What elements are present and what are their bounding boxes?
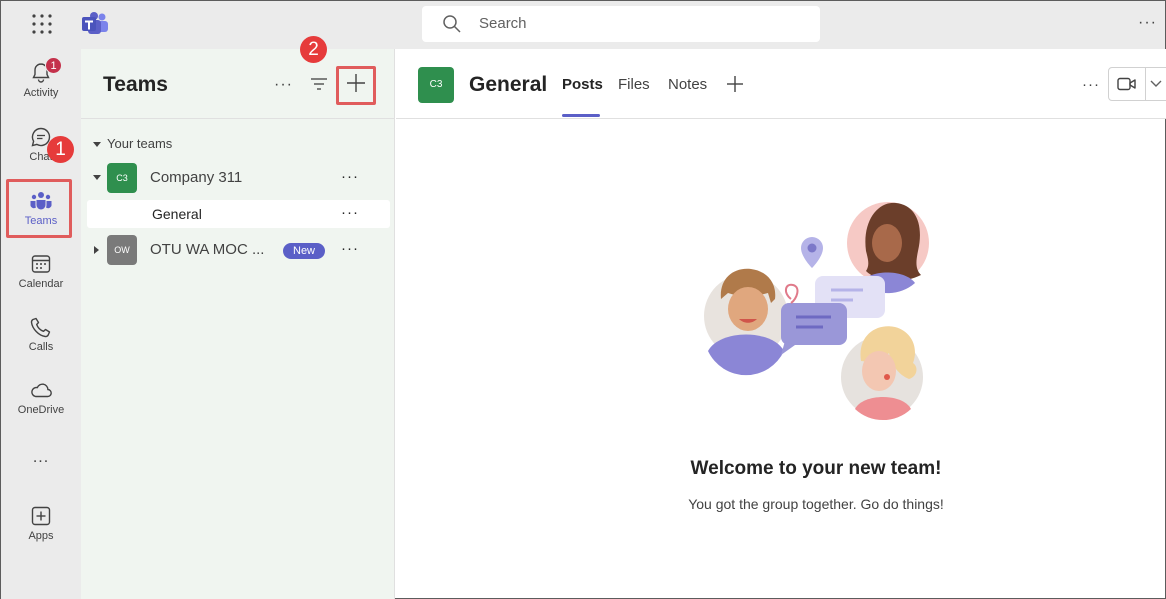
chevron-down-icon[interactable] (93, 175, 101, 180)
meet-button[interactable] (1108, 67, 1166, 101)
rail-item-more[interactable]: ... (1, 447, 81, 477)
team-name: Company 311 (150, 169, 243, 186)
team-more-options-button[interactable]: ··· (341, 240, 359, 257)
chevron-down-icon (93, 142, 101, 148)
teams-more-options-button[interactable]: ··· (274, 76, 293, 94)
channel-more-options-button[interactable]: ··· (341, 204, 359, 221)
team-name: OTU WA MOC ... (150, 241, 265, 258)
welcome-subtitle: You got the group together. Go do things… (688, 496, 944, 512)
welcome-illustration (704, 202, 929, 421)
phone-icon (30, 317, 51, 338)
section-label-your-teams: Your teams (107, 136, 173, 151)
teams-highlight-box (6, 179, 72, 238)
top-bar: Search ··· (1, 1, 1165, 49)
channel-more-options-button[interactable]: ··· (1082, 76, 1100, 93)
rail-label-apps: Apps (28, 530, 54, 542)
video-camera-icon (1117, 77, 1136, 91)
add-team-highlight-box (336, 66, 376, 105)
rail-label-onedrive: OneDrive (17, 404, 65, 416)
add-tab-icon[interactable] (726, 75, 744, 93)
rail-item-apps[interactable]: Apps (1, 504, 81, 562)
rail-item-activity[interactable]: 1 Activity (1, 57, 81, 119)
calendar-icon (31, 255, 51, 273)
more-icon: ... (32, 449, 50, 466)
teams-list-pane: Teams ··· Your teams C3 Company 311 ··· … (81, 49, 395, 599)
team-more-options-button[interactable]: ··· (341, 168, 359, 185)
meet-divider (1145, 68, 1146, 100)
chevron-down-icon[interactable] (1150, 80, 1162, 88)
team-avatar: C3 (107, 163, 137, 193)
callout-one: 1 (47, 136, 74, 163)
rail-label-calendar: Calendar (18, 278, 64, 290)
search-placeholder[interactable]: Search (479, 15, 527, 32)
app-launcher-icon[interactable] (31, 13, 53, 35)
callout-two: 2 (300, 36, 327, 63)
search-box[interactable]: Search (422, 6, 820, 42)
tab-files[interactable]: Files (618, 76, 650, 93)
your-teams-section[interactable]: Your teams (93, 136, 172, 151)
search-icon (443, 15, 461, 33)
channel-row-general[interactable]: General ··· (87, 200, 390, 228)
channel-header: C3 General Posts Files Notes ··· (396, 49, 1166, 119)
rail-label-calls: Calls (28, 341, 54, 353)
team-avatar: OW (107, 235, 137, 265)
rail-label-activity: Activity (23, 87, 59, 99)
rail-item-calendar[interactable]: Calendar (1, 252, 81, 310)
tab-posts[interactable]: Posts (562, 76, 603, 93)
cloud-icon (31, 383, 52, 398)
add-app-icon (31, 506, 51, 526)
active-tab-indicator (562, 114, 600, 117)
welcome-title: Welcome to your new team! (690, 458, 942, 479)
rail-item-onedrive[interactable]: OneDrive (1, 378, 81, 436)
activity-badge: 1 (45, 57, 62, 74)
filter-icon[interactable] (310, 76, 328, 92)
team-row-company-311[interactable]: C3 Company 311 ··· (81, 160, 395, 196)
teams-logo-icon (82, 12, 108, 34)
top-more-icon[interactable]: ··· (1138, 14, 1157, 32)
teams-pane-title: Teams (103, 73, 168, 96)
channel-title: General (469, 73, 548, 96)
new-badge: New (283, 243, 326, 259)
chevron-right-icon[interactable] (94, 246, 99, 254)
channel-team-avatar: C3 (418, 67, 454, 103)
team-row-otu-wa-moc[interactable]: OW OTU WA MOC ... New ··· (81, 232, 395, 268)
tab-notes[interactable]: Notes (668, 76, 707, 93)
app-rail: 1 Activity Chat Teams Calendar Calls One… (1, 49, 81, 599)
rail-item-calls[interactable]: Calls (1, 315, 81, 373)
channel-name: General (152, 206, 202, 222)
